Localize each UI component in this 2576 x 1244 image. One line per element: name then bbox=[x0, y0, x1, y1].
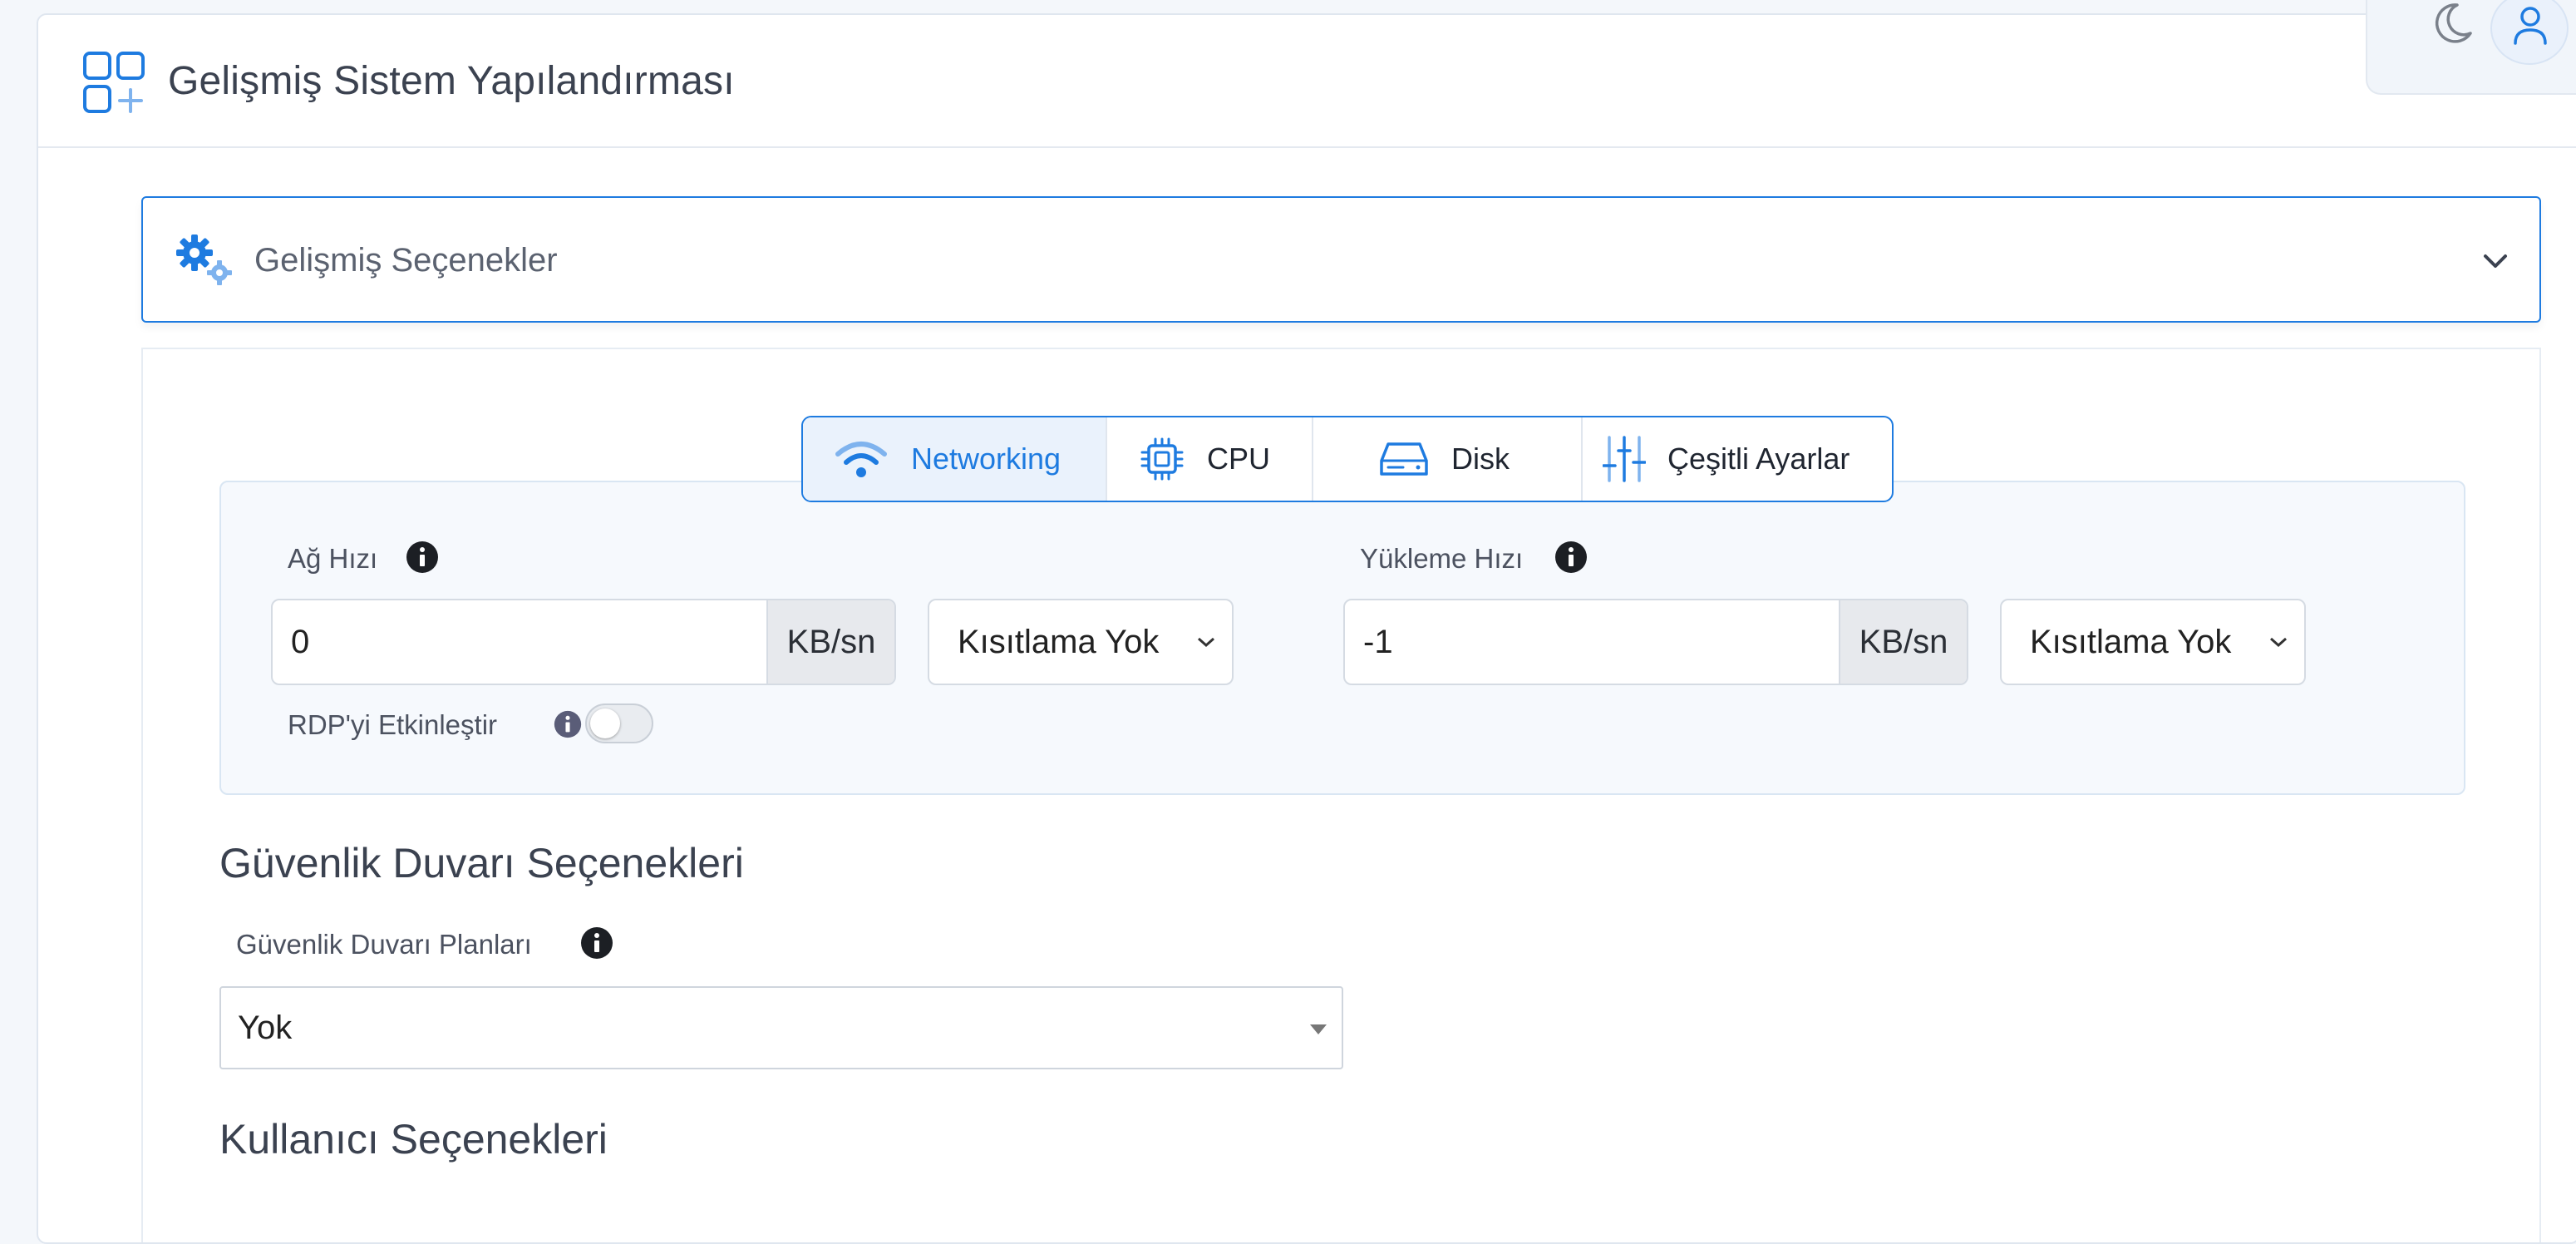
accordion-title: Gelişmiş Seçenekler bbox=[254, 242, 558, 279]
info-icon[interactable] bbox=[406, 541, 439, 574]
network-speed-limit-select[interactable]: Kısıtlama Yok bbox=[928, 599, 1234, 685]
cpu-icon bbox=[1140, 437, 1184, 481]
network-speed-input-group: 0 KB/sn bbox=[271, 599, 896, 685]
sliders-icon bbox=[1603, 436, 1646, 482]
firewall-plans-value: Yok bbox=[238, 1010, 293, 1046]
hard-drive-icon bbox=[1380, 442, 1428, 476]
tab-disk-label: Disk bbox=[1451, 442, 1510, 476]
tab-cpu[interactable]: CPU bbox=[1107, 417, 1313, 501]
apps-add-icon bbox=[83, 52, 145, 113]
rdp-label: RDP'yi Etkinleştir bbox=[288, 709, 498, 740]
tab-disk[interactable]: Disk bbox=[1313, 417, 1583, 501]
info-icon[interactable] bbox=[580, 926, 613, 960]
moon-icon[interactable] bbox=[2427, 0, 2477, 50]
page-title: Gelişmiş Sistem Yapılandırması bbox=[168, 59, 735, 103]
firewall-section-title: Güvenlik Duvarı Seçenekleri bbox=[219, 840, 744, 886]
upload-speed-input[interactable]: -1 bbox=[1345, 600, 1839, 684]
chevron-down-icon bbox=[2270, 637, 2287, 648]
page-card: Gelişmiş Sistem Yapılandırması Gelişmiş … bbox=[37, 13, 2576, 1244]
firewall-plans-select[interactable]: Yok bbox=[219, 986, 1343, 1069]
caret-down-icon bbox=[1310, 1024, 1327, 1034]
tab-misc-settings-label: Çeşitli Ayarlar bbox=[1667, 442, 1850, 476]
tab-networking-label: Networking bbox=[911, 442, 1061, 476]
upload-speed-unit: KB/sn bbox=[1839, 600, 1967, 684]
info-icon[interactable] bbox=[554, 710, 582, 738]
settings-tabs: Networking CPU Disk Çeşitli Ayarlar bbox=[801, 416, 1894, 502]
networking-tab-panel: Ağ Hızı 0 KB/sn Kısıtlama Yok Yükleme Hı… bbox=[219, 481, 2465, 795]
user-icon bbox=[2514, 7, 2547, 45]
wifi-icon bbox=[835, 442, 887, 477]
tab-misc-settings[interactable]: Çeşitli Ayarlar bbox=[1583, 417, 1892, 501]
network-speed-unit: KB/sn bbox=[766, 600, 894, 684]
user-avatar-button[interactable] bbox=[2490, 0, 2569, 65]
tab-cpu-label: CPU bbox=[1207, 442, 1271, 476]
tab-networking[interactable]: Networking bbox=[803, 417, 1107, 501]
top-right-toolbar bbox=[2366, 0, 2576, 95]
advanced-options-accordion-header[interactable]: Gelişmiş Seçenekler bbox=[141, 196, 2541, 323]
chevron-down-icon bbox=[1198, 637, 1214, 648]
info-icon[interactable] bbox=[1554, 541, 1588, 574]
advanced-options-accordion-body: Ağ Hızı 0 KB/sn Kısıtlama Yok Yükleme Hı… bbox=[141, 348, 2541, 1242]
upload-speed-label: Yükleme Hızı bbox=[1360, 543, 1524, 574]
upload-speed-limit-select[interactable]: Kısıtlama Yok bbox=[2000, 599, 2306, 685]
page-header: Gelişmiş Sistem Yapılandırması bbox=[38, 15, 2576, 148]
upload-speed-input-group: -1 KB/sn bbox=[1343, 599, 1968, 685]
chevron-up-icon[interactable] bbox=[2479, 244, 2512, 278]
firewall-plans-label: Güvenlik Duvarı Planları bbox=[236, 929, 532, 960]
network-speed-limit-value: Kısıtlama Yok bbox=[958, 624, 1160, 660]
rdp-toggle[interactable] bbox=[585, 703, 653, 743]
toggle-knob bbox=[590, 708, 620, 738]
user-options-section-title: Kullanıcı Seçenekleri bbox=[219, 1116, 608, 1163]
gears-icon bbox=[176, 234, 232, 285]
upload-speed-limit-value: Kısıtlama Yok bbox=[2030, 624, 2232, 660]
network-speed-label: Ağ Hızı bbox=[288, 543, 378, 574]
network-speed-input[interactable]: 0 bbox=[273, 600, 766, 684]
